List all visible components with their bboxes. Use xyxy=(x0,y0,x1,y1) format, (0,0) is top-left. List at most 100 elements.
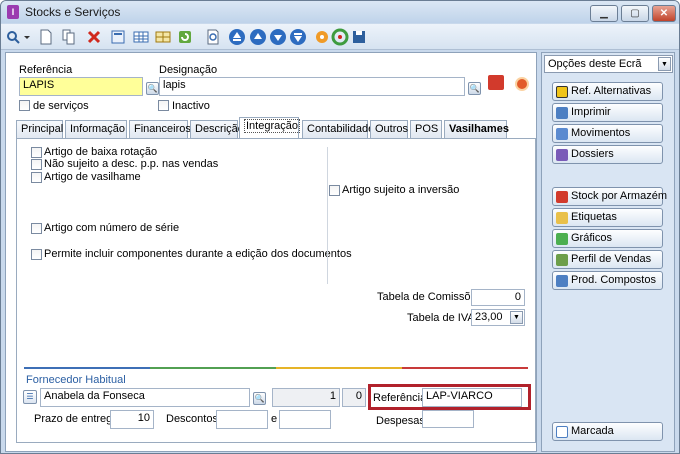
tab-vasilhames[interactable]: Vasilhames xyxy=(444,120,509,138)
referencia-input[interactable]: LAPIS xyxy=(19,77,143,96)
inactivo-checkbox[interactable] xyxy=(158,100,169,111)
new-icon[interactable] xyxy=(37,28,55,46)
ref-alternativas-button[interactable]: Ref. Alternativas xyxy=(552,82,663,101)
maximize-button[interactable]: ▢ xyxy=(621,5,649,22)
properties-icon[interactable] xyxy=(109,28,127,46)
prazo-label: Prazo de entrega xyxy=(34,413,119,425)
referencia-label: Referência xyxy=(19,64,73,76)
designacao-input[interactable]: lapis xyxy=(159,77,465,96)
minimize-button[interactable]: ▁ xyxy=(590,5,618,22)
dossiers-button[interactable]: Dossiers xyxy=(552,145,663,164)
desconto2-input[interactable] xyxy=(279,410,331,429)
ref-alternativas-icon xyxy=(556,86,568,98)
stock-armazem-button[interactable]: Stock por Armazém xyxy=(552,187,667,206)
copy-icon[interactable] xyxy=(60,28,78,46)
vasilhame-checkbox[interactable] xyxy=(31,172,42,183)
tools-icon[interactable] xyxy=(313,28,331,46)
tab-informacao[interactable]: Informação xyxy=(65,120,127,138)
etiquetas-icon xyxy=(556,212,568,224)
prod-compostos-button[interactable]: Prod. Compostos xyxy=(552,271,663,290)
baixa-rotacao-checkbox[interactable] xyxy=(31,147,42,158)
graficos-label: Gráficos xyxy=(571,232,612,244)
designacao-search-icon[interactable]: 🔍 xyxy=(468,82,481,95)
grid-icon[interactable] xyxy=(154,28,172,46)
sync-icon[interactable] xyxy=(331,28,349,46)
prod-compostos-label: Prod. Compostos xyxy=(571,274,656,286)
preview-icon[interactable] xyxy=(204,28,222,46)
inversao-checkbox[interactable] xyxy=(329,185,340,196)
action-icon[interactable] xyxy=(488,75,504,90)
imprimir-button[interactable]: Imprimir xyxy=(552,103,663,122)
servicos-label: de serviços xyxy=(33,100,89,112)
marcada-label: Marcada xyxy=(571,425,614,437)
despesas-label: Despesas xyxy=(376,415,425,427)
fornecedor-value2: 0 xyxy=(342,388,366,407)
chart-icon xyxy=(556,233,568,245)
dossiers-label: Dossiers xyxy=(571,148,614,160)
e-label: e xyxy=(271,413,278,425)
toolbar xyxy=(1,24,679,50)
main-form: Referência LAPIS 🔍 Designação lapis 🔍 de… xyxy=(5,52,537,452)
inactivo-label: Inactivo xyxy=(172,100,210,112)
search-icon[interactable] xyxy=(5,28,31,46)
imprimir-label: Imprimir xyxy=(571,106,611,118)
etiquetas-label: Etiquetas xyxy=(571,211,617,223)
etiquetas-button[interactable]: Etiquetas xyxy=(552,208,663,227)
save-icon[interactable] xyxy=(350,28,368,46)
tab-outros[interactable]: Outros xyxy=(370,120,408,138)
stock-icon xyxy=(556,191,568,203)
perfil-icon xyxy=(556,254,568,266)
fornecedor-section-label: Fornecedor Habitual xyxy=(26,374,126,386)
next-icon[interactable] xyxy=(269,28,287,46)
perfil-vendas-label: Perfil de Vendas xyxy=(571,253,652,265)
fornecedor-search-icon[interactable]: 🔍 xyxy=(253,392,266,405)
close-button[interactable]: ✕ xyxy=(652,5,676,22)
tabela-comissoes-input[interactable]: 0 xyxy=(471,289,525,306)
despesas-input[interactable] xyxy=(422,410,474,428)
componentes-checkbox[interactable] xyxy=(31,249,42,260)
graficos-button[interactable]: Gráficos xyxy=(552,229,663,248)
chevron-down-icon[interactable]: ▼ xyxy=(658,57,671,71)
opcoes-combo[interactable]: Opções deste Ecrã ▼ xyxy=(544,55,673,73)
section-divider xyxy=(24,367,528,369)
prev-icon[interactable] xyxy=(249,28,267,46)
tab-contabilidade[interactable]: Contabilidade xyxy=(302,120,374,138)
referencia-search-icon[interactable]: 🔍 xyxy=(146,82,159,95)
highlight-box xyxy=(368,384,531,410)
desc-pp-label: Não sujeito a desc. p.p. nas vendas xyxy=(44,158,219,170)
desc-pp-checkbox[interactable] xyxy=(31,159,42,170)
baixa-rotacao-label: Artigo de baixa rotação xyxy=(44,146,158,158)
tab-integracao[interactable]: Integração xyxy=(239,117,300,138)
servicos-checkbox[interactable] xyxy=(19,100,30,111)
last-icon[interactable] xyxy=(289,28,307,46)
window-title: Stocks e Serviços xyxy=(25,5,121,19)
descontos-label: Descontos xyxy=(166,413,218,425)
prazo-input[interactable]: 10 xyxy=(110,410,154,429)
vasilhame-label: Artigo de vasilhame xyxy=(44,171,141,183)
first-icon[interactable] xyxy=(228,28,246,46)
delete-icon[interactable] xyxy=(85,28,103,46)
marcada-button[interactable]: Marcada xyxy=(552,422,663,441)
tabela-iva-label: Tabela de IVA xyxy=(407,312,475,324)
perfil-vendas-button[interactable]: Perfil de Vendas xyxy=(552,250,663,269)
print-icon xyxy=(556,107,568,119)
chevron-down-icon[interactable]: ▼ xyxy=(510,311,523,324)
movimentos-button[interactable]: Movimentos xyxy=(552,124,663,143)
cancel-icon[interactable] xyxy=(515,77,529,91)
movimentos-icon xyxy=(556,128,568,140)
opcoes-combo-label: Opções deste Ecrã xyxy=(548,58,642,70)
fornecedor-name-input[interactable]: Anabela da Fonseca xyxy=(40,388,250,407)
numero-serie-label: Artigo com número de série xyxy=(44,222,180,234)
tab-financeiros[interactable]: Financeiros xyxy=(129,120,191,138)
tab-pos[interactable]: POS xyxy=(410,120,442,138)
desconto1-input[interactable] xyxy=(216,410,268,429)
tabela-iva-select[interactable]: 23,00 ▼ xyxy=(471,309,525,326)
table-icon[interactable] xyxy=(132,28,150,46)
title-bar: I Stocks e Serviços ▁ ▢ ✕ xyxy=(1,1,679,23)
inversao-label: Artigo sujeito a inversão xyxy=(342,184,460,196)
tab-principal[interactable]: Principal xyxy=(16,120,63,138)
refresh-icon[interactable] xyxy=(176,28,194,46)
tab-descricao[interactable]: Descrição xyxy=(190,120,244,138)
numero-serie-checkbox[interactable] xyxy=(31,223,42,234)
list-icon[interactable]: ☰ xyxy=(23,390,37,404)
